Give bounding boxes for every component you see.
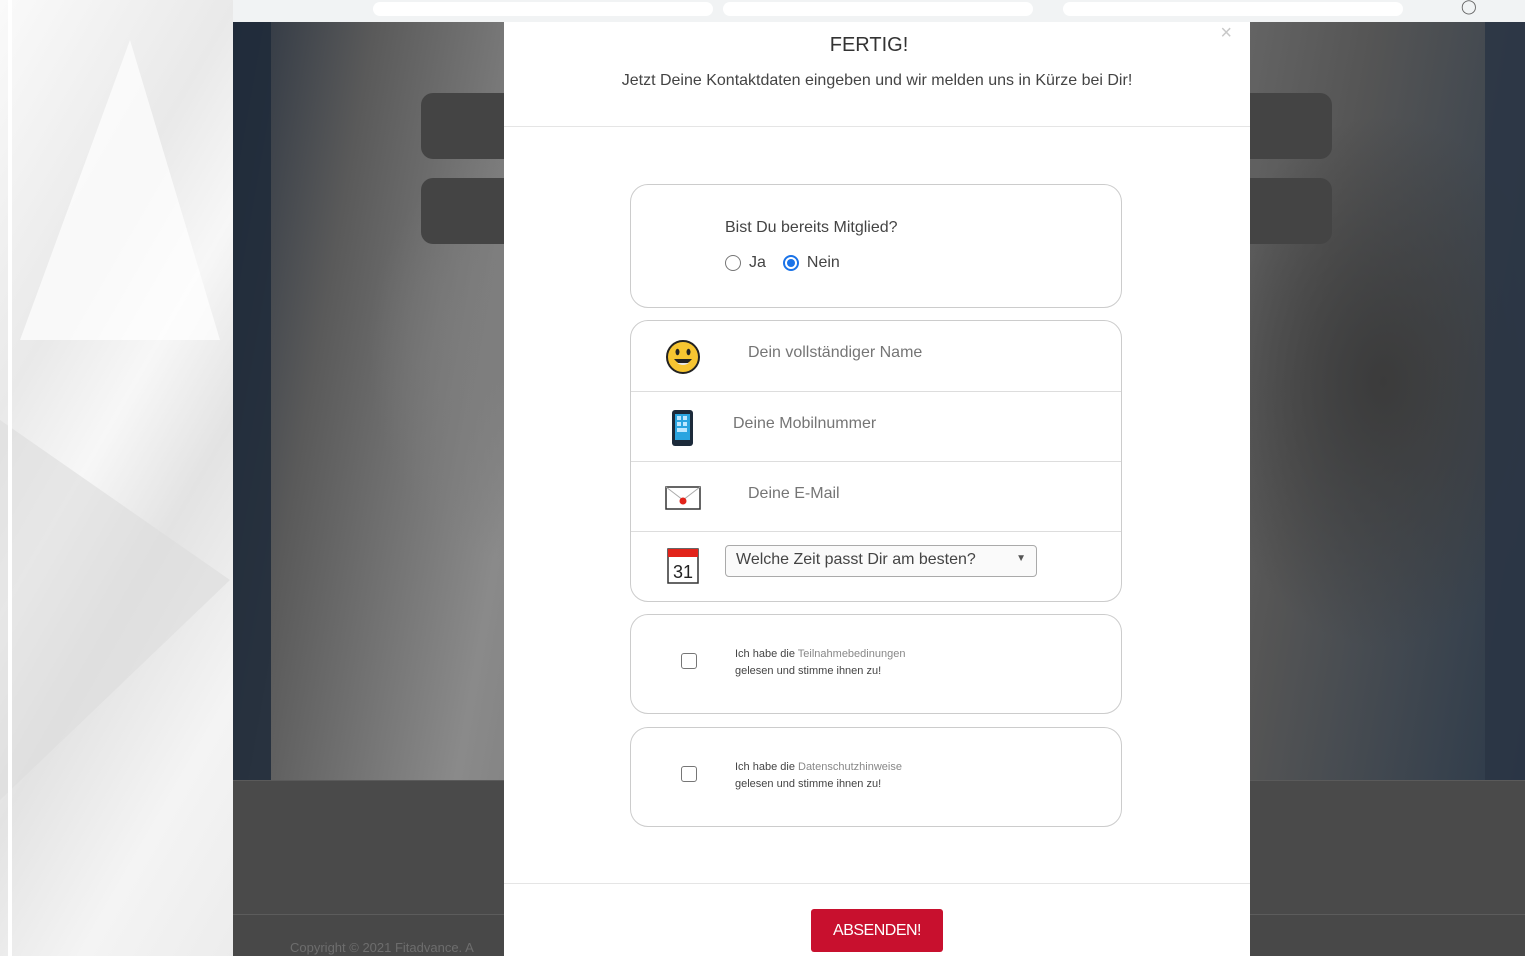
envelope-icon — [665, 486, 701, 510]
time-select-value: Welche Zeit passt Dir am besten? — [736, 551, 976, 568]
mobile-phone-icon — [672, 410, 693, 446]
privacy-consent-card: Ich habe die Datenschutzhinweise gelesen… — [630, 727, 1122, 827]
name-input[interactable] — [746, 343, 1080, 363]
membership-question: Bist Du bereits Mitglied? — [725, 219, 898, 236]
radio-ja-label: Ja — [749, 254, 766, 271]
radio-nein[interactable] — [782, 255, 799, 271]
browser-toolbar: ◯ — [233, 0, 1525, 23]
privacy-consent-text: Ich habe die Datenschutzhinweise gelesen… — [735, 759, 902, 793]
hero-edge — [233, 22, 271, 780]
smiley-icon — [666, 340, 700, 374]
dropdown-arrow-icon: ▼ — [1016, 553, 1026, 564]
consent-suffix: gelesen und stimme ihnen zu! — [735, 665, 882, 677]
page-background — [0, 0, 240, 956]
privacy-checkbox[interactable] — [681, 766, 697, 782]
time-row: 31 Welche Zeit passt Dir am besten? ▼ — [631, 531, 1121, 602]
submit-button[interactable]: ABSENDEN! — [811, 909, 943, 952]
terms-link[interactable]: Teilnahmebedinungen — [798, 648, 906, 660]
modal-subtitle: Jetzt Deine Kontaktdaten eingeben und wi… — [621, 72, 1133, 89]
terms-consent-card: Ich habe die Teilnahmebedinungen gelesen… — [630, 614, 1122, 714]
contact-modal: × FERTIG! Jetzt Deine Kontaktdaten einge… — [504, 22, 1250, 956]
consent-prefix: Ich habe die — [735, 648, 798, 660]
mobile-input[interactable] — [731, 414, 1065, 434]
divider — [504, 883, 1250, 884]
copyright-text: Copyright © 2021 Fitadvance. A — [290, 940, 474, 955]
email-input[interactable] — [746, 484, 1080, 504]
address-bar[interactable] — [373, 2, 713, 16]
email-row — [631, 461, 1121, 532]
membership-radio-group: Ja Nein — [725, 254, 840, 272]
contact-fields-card: 31 Welche Zeit passt Dir am besten? ▼ — [630, 320, 1122, 602]
modal-title: FERTIG! — [829, 34, 909, 56]
time-select[interactable]: Welche Zeit passt Dir am besten? ▼ — [725, 545, 1037, 577]
background-facet — [0, 420, 230, 800]
background-edge — [8, 0, 12, 956]
background-facet — [20, 40, 220, 340]
calendar-icon: 31 — [667, 548, 699, 584]
browser-tab[interactable] — [723, 2, 1033, 16]
radio-nein-label: Nein — [806, 254, 840, 271]
consent-suffix: gelesen und stimme ihnen zu! — [735, 778, 882, 790]
divider — [504, 126, 1250, 127]
hero-edge — [1485, 22, 1525, 780]
name-row — [631, 321, 1121, 391]
browser-tab[interactable] — [1063, 2, 1403, 16]
radio-ja[interactable] — [725, 255, 741, 271]
terms-checkbox[interactable] — [681, 653, 697, 669]
profile-icon[interactable]: ◯ — [1461, 0, 1477, 15]
membership-card: Bist Du bereits Mitglied? Ja Nein — [630, 184, 1122, 308]
terms-consent-text: Ich habe die Teilnahmebedinungen gelesen… — [735, 646, 905, 680]
mobile-row — [631, 391, 1121, 462]
consent-prefix: Ich habe die — [735, 761, 798, 773]
privacy-link[interactable]: Datenschutzhinweise — [798, 761, 902, 773]
calendar-day: 31 — [673, 562, 693, 582]
